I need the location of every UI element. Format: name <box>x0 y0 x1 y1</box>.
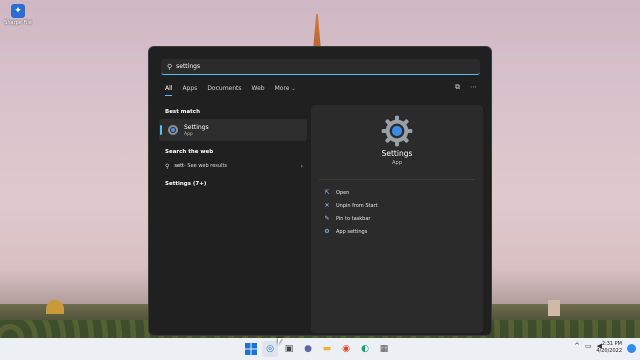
chevron-down-icon: ⌄ <box>291 86 296 92</box>
unpin-icon: ✕ <box>324 202 330 209</box>
action-unpin-from-start[interactable]: ✕ Unpin from Start <box>323 199 378 212</box>
chrome-icon: ◉ <box>342 344 350 354</box>
edge-icon: ◐ <box>361 344 369 354</box>
edge-button[interactable]: ◐ <box>357 341 373 357</box>
taskbar-apps: ◎ ▣ ● ▬ ◉ ◐ ▦ <box>243 341 392 357</box>
eiffel-tower <box>313 14 321 50</box>
best-match-title: Settings <box>184 123 209 131</box>
share-icon[interactable]: ⧉ <box>455 83 460 92</box>
settings-gear-icon <box>168 125 178 135</box>
best-match-subtitle: App <box>184 131 193 137</box>
chat-button[interactable]: ● <box>300 341 316 357</box>
tab-documents[interactable]: Documents <box>207 85 241 96</box>
chevron-right-icon: › <box>300 162 303 170</box>
search-button[interactable]: ◎ <box>262 341 278 357</box>
task-view-icon: ▣ <box>284 344 294 354</box>
more-options-icon[interactable]: ⋯ <box>470 83 477 92</box>
desktop-shortcut-label: Sharpe File <box>4 20 32 26</box>
search-icon: ◎ <box>266 344 274 354</box>
web-suffix: - See web results <box>184 163 228 169</box>
desktop-shortcut[interactable]: ✦ Sharpe File <box>2 4 34 26</box>
folder-icon: ▬ <box>322 344 332 354</box>
action-app-settings[interactable]: ⚙ App settings <box>323 225 378 238</box>
mouse-cursor <box>278 338 282 345</box>
golden-dome <box>46 300 64 314</box>
building <box>548 300 560 316</box>
store-button[interactable]: ▦ <box>376 341 392 357</box>
tab-all[interactable]: All <box>165 85 173 96</box>
preview-pane: Settings App ⇱ Open ✕ Unpin from Start ✎… <box>311 105 483 333</box>
preview-subtitle: App <box>392 160 402 166</box>
action-label: Unpin from Start <box>336 202 378 209</box>
panel-toolbar: ⧉ ⋯ <box>455 83 477 92</box>
search-web-heading: Search the web <box>165 149 214 155</box>
network-icon[interactable]: ▭ <box>585 342 592 350</box>
tab-apps[interactable]: Apps <box>182 85 197 96</box>
search-box[interactable]: ⚲ <box>161 59 480 75</box>
start-search-panel: ⚲ All Apps Documents Web More ⌄ ⧉ ⋯ Best… <box>148 46 492 336</box>
web-result[interactable]: ⚲ sett - See web results › <box>159 159 307 173</box>
store-icon: ▦ <box>379 344 389 354</box>
pin-icon: ✎ <box>324 215 330 222</box>
settings-category[interactable]: Settings (7+) <box>165 181 307 187</box>
file-icon: ✦ <box>11 4 25 18</box>
tab-web[interactable]: Web <box>252 85 265 96</box>
action-label: App settings <box>336 228 368 235</box>
task-view-button[interactable]: ▣ <box>281 341 297 357</box>
chrome-button[interactable]: ◉ <box>338 341 354 357</box>
tab-more[interactable]: More ⌄ <box>275 85 296 96</box>
settings-gear-icon <box>381 115 413 147</box>
clock-time: 2:31 PM <box>601 341 622 347</box>
chat-icon: ● <box>304 344 312 354</box>
search-icon: ⚲ <box>167 62 173 71</box>
action-label: Open <box>336 189 350 196</box>
selection-indicator <box>160 125 162 135</box>
web-query: sett <box>174 163 185 169</box>
results-list: Best match Settings App Search the web ⚲… <box>159 105 307 187</box>
clock-date: 4/20/2022 <box>596 348 622 354</box>
windows-logo-icon <box>245 343 257 355</box>
search-icon: ⚲ <box>165 162 170 170</box>
clock[interactable]: 2:31 PM 4/20/2022 <box>596 341 622 355</box>
start-button[interactable] <box>243 341 259 357</box>
best-match-result[interactable]: Settings App <box>159 119 307 141</box>
notification-icon[interactable] <box>627 344 636 353</box>
taskbar: ◎ ▣ ● ▬ ◉ ◐ ▦ ^ ▭ ◀ 2:31 PM 4/20/2022 <box>0 338 640 360</box>
actions-list: ⇱ Open ✕ Unpin from Start ✎ Pin to taskb… <box>323 186 378 238</box>
action-label: Pin to taskbar <box>336 215 371 222</box>
search-input[interactable] <box>176 63 457 70</box>
divider <box>319 179 475 180</box>
action-pin-to-taskbar[interactable]: ✎ Pin to taskbar <box>323 212 378 225</box>
tab-more-label: More <box>274 85 290 92</box>
open-icon: ⇱ <box>324 189 330 196</box>
search-filter-tabs: All Apps Documents Web More ⌄ <box>165 85 306 96</box>
preview-title: Settings <box>381 149 413 158</box>
best-match-heading: Best match <box>165 109 200 115</box>
gear-icon: ⚙ <box>324 228 330 235</box>
action-open[interactable]: ⇱ Open <box>323 186 378 199</box>
file-explorer-button[interactable]: ▬ <box>319 341 335 357</box>
chevron-up-icon[interactable]: ^ <box>574 342 580 350</box>
